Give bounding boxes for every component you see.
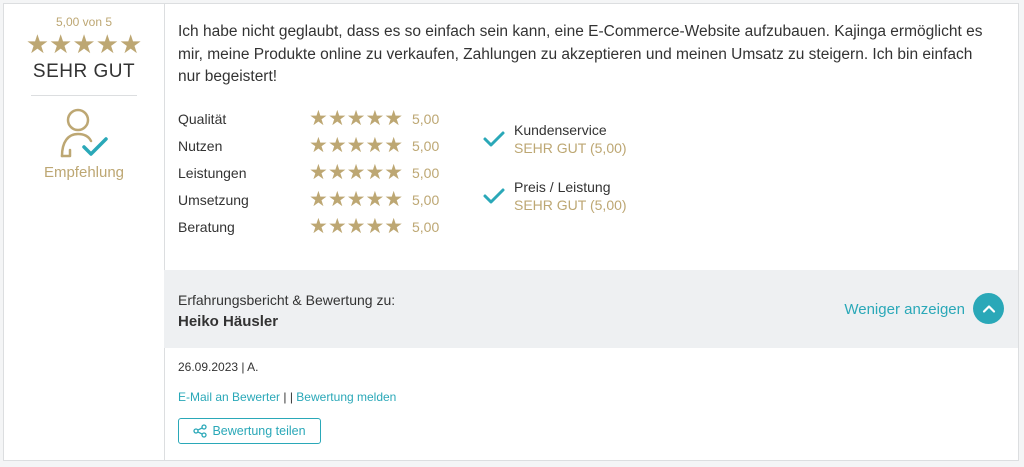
report-review-link[interactable]: Bewertung melden <box>296 390 396 404</box>
show-less-link[interactable]: Weniger anzeigen <box>844 301 965 318</box>
review-links: E-Mail an Bewerter | | Bewertung melden <box>178 390 396 404</box>
rating-label: Umsetzung <box>178 191 249 208</box>
rating-label: Beratung <box>178 218 235 235</box>
recommendation-label: Empfehlung <box>43 164 125 181</box>
rating-row: Qualität ★★★★★ 5,00 <box>178 105 439 132</box>
overall-stars: ★★★★★ <box>25 29 143 59</box>
rating-value: 5,00 <box>412 110 440 127</box>
check-item-preis-leistung: Preis / Leistung SEHR GUT (5,00) <box>482 179 627 214</box>
check-title: Preis / Leistung <box>514 179 611 195</box>
check-title: Kundenservice <box>514 122 607 138</box>
rating-value: 5,00 <box>412 218 440 235</box>
share-review-button[interactable]: Bewertung teilen <box>178 418 321 444</box>
rating-label: Leistungen <box>178 164 247 181</box>
reviewee-name: Heiko Häusler <box>178 313 279 330</box>
reviewee-label: Erfahrungsbericht & Bewertung zu: <box>178 292 396 308</box>
check-sub: SEHR GUT (5,00) <box>514 140 627 156</box>
user-check-icon <box>58 106 110 162</box>
collapse-button[interactable] <box>973 293 1004 324</box>
rating-row: Leistungen ★★★★★ 5,00 <box>178 159 439 186</box>
rating-stars: ★★★★★ <box>309 134 404 157</box>
rating-row: Nutzen ★★★★★ 5,00 <box>178 132 439 159</box>
rating-label: Nutzen <box>178 137 223 154</box>
rating-stars: ★★★★★ <box>309 188 404 211</box>
share-icon <box>193 424 208 438</box>
criteria-ratings: Qualität ★★★★★ 5,00 Nutzen ★★★★★ 5,00 Le… <box>178 105 439 240</box>
reviewee-bar: Erfahrungsbericht & Bewertung zu: Heiko … <box>164 270 1018 348</box>
review-card: 5,00 von 5 ★★★★★ SEHR GUT Empfehlung Ich… <box>3 3 1019 461</box>
review-text: Ich habe nicht geglaubt, dass es so einf… <box>178 23 983 85</box>
rating-label: Qualität <box>178 110 227 127</box>
checkmark-icon <box>482 127 506 151</box>
share-label: Bewertung teilen <box>212 424 306 438</box>
rating-row: Umsetzung ★★★★★ 5,00 <box>178 186 439 213</box>
rating-row: Beratung ★★★★★ 5,00 <box>178 213 439 240</box>
check-ratings: Kundenservice SEHR GUT (5,00) Preis / Le… <box>482 122 627 236</box>
review-content: Ich habe nicht geglaubt, dass es so einf… <box>164 4 1018 460</box>
summary-panel: 5,00 von 5 ★★★★★ SEHR GUT Empfehlung <box>4 4 165 460</box>
check-item-kundenservice: Kundenservice SEHR GUT (5,00) <box>482 122 627 157</box>
rating-value: 5,00 <box>412 137 440 154</box>
check-sub: SEHR GUT (5,00) <box>514 197 627 213</box>
email-reviewer-link[interactable]: E-Mail an Bewerter <box>178 390 280 404</box>
rating-stars: ★★★★★ <box>309 215 404 238</box>
divider <box>31 95 137 96</box>
review-meta: 26.09.2023 | A. <box>178 360 259 374</box>
score-label: 5,00 von 5 <box>55 15 113 29</box>
chevron-up-icon <box>982 304 995 313</box>
rating-stars: ★★★★★ <box>309 107 404 130</box>
overall-rating-text: SEHR GUT <box>32 61 136 82</box>
checkmark-icon <box>482 184 506 208</box>
rating-value: 5,00 <box>412 164 440 181</box>
link-separator: | | <box>280 390 297 404</box>
rating-stars: ★★★★★ <box>309 161 404 184</box>
rating-value: 5,00 <box>412 191 440 208</box>
